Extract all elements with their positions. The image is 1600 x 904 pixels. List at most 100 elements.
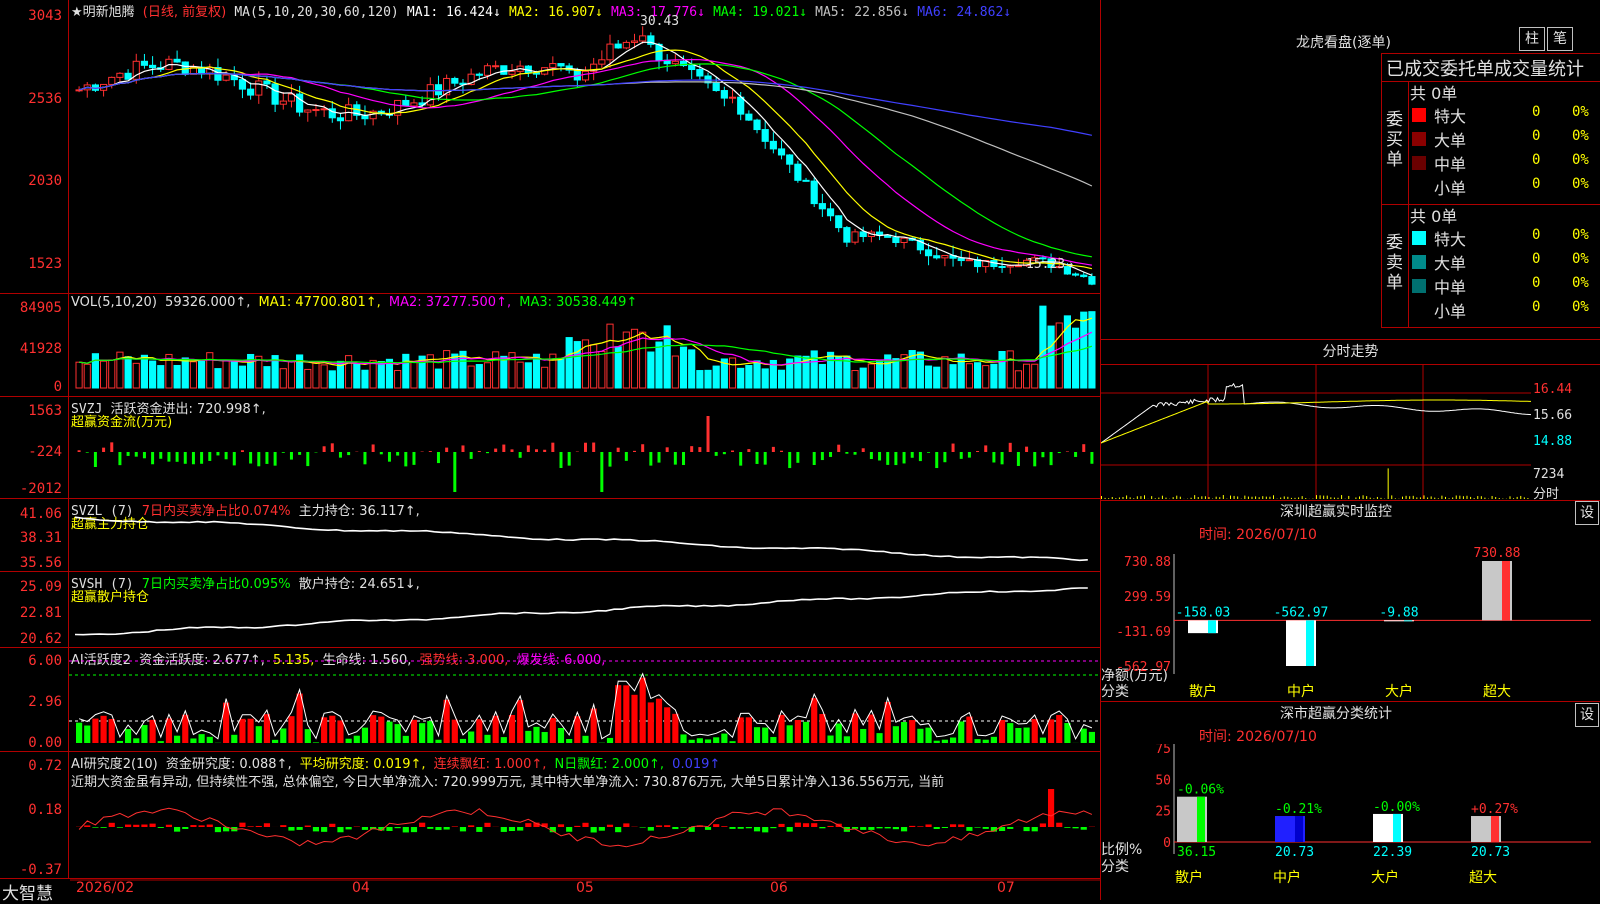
research-bar <box>501 827 507 832</box>
ai-activity-chart[interactable] <box>69 648 1100 751</box>
research-bar <box>158 827 164 828</box>
price-pane[interactable]: 3043 2536 2030 1523 ★明新旭腾 (日线, 前复权) MA(5… <box>0 0 1100 294</box>
candle-body <box>713 83 719 91</box>
volume-bar <box>836 357 842 388</box>
order-count: 0 <box>1532 227 1540 243</box>
tick-view-button[interactable]: 笔 <box>1547 27 1573 51</box>
volume-bar <box>378 362 384 388</box>
intraday-volume-bar <box>1366 496 1367 499</box>
activity-bar <box>76 723 82 743</box>
intraday-chart[interactable] <box>1101 365 1531 499</box>
activity-bar <box>827 736 833 743</box>
fund-flow-bar <box>1001 452 1004 464</box>
volume-bar <box>689 350 695 388</box>
svzj-pane[interactable]: 1563 -224 -2012 SVZJ 活跃资金进出: 720.998↑, 超… <box>0 397 1100 499</box>
svzl-chart[interactable] <box>69 499 1100 571</box>
fund-flow-bar <box>143 452 146 458</box>
intraday-volume-bar <box>1341 495 1342 499</box>
volume-bar <box>860 368 866 388</box>
intraday-panel[interactable]: 分时走势 16.44 15.66 14.88 7234 分时 <box>1101 339 1600 501</box>
svsh-tick: 22.81 <box>20 605 62 621</box>
ai2-tick: 0.18 <box>28 802 62 818</box>
volume-bar <box>525 363 531 388</box>
volume-bar <box>264 367 270 388</box>
activity-bar <box>231 735 237 743</box>
svsh-pane[interactable]: 25.09 22.81 20.62 SVSH (7) 7日内买卖净占比0.095… <box>0 572 1100 648</box>
activity-bar <box>133 738 139 743</box>
activity-bar <box>746 717 752 743</box>
ai2-tick: 0.72 <box>28 758 62 774</box>
intraday-volume-bar <box>1295 498 1296 499</box>
research-bar <box>640 827 646 828</box>
candle-body <box>476 74 482 75</box>
volume-bar <box>215 369 221 388</box>
ai-research-chart[interactable] <box>69 752 1100 878</box>
svsh-chart[interactable] <box>69 572 1100 647</box>
candle-body <box>305 110 311 112</box>
sz-monitor-time: 时间: 2026/07/10 <box>1199 524 1317 544</box>
activity-bar <box>166 718 172 743</box>
fund-flow-bar <box>429 451 432 452</box>
sz-class-settings-button[interactable]: 设 <box>1575 703 1599 727</box>
activity-bar <box>558 728 564 743</box>
fund-flow-bar <box>453 452 456 492</box>
ai-research-pane[interactable]: 0.72 0.18 -0.37 AI研究度2(10) 资金研究度: 0.088↑… <box>0 752 1100 879</box>
candlestick-chart[interactable] <box>69 0 1100 293</box>
activity-bar <box>109 719 115 743</box>
intraday-volume-bar <box>1162 496 1163 499</box>
sz-class-title: 深市超赢分类统计 <box>1101 702 1571 726</box>
fund-flow-bar <box>167 452 170 462</box>
fund-flow-bar <box>772 447 775 452</box>
sz-monitor-tick: 730.88 <box>1124 555 1171 570</box>
activity-bar <box>509 715 515 743</box>
svzj-tick: -224 <box>28 444 62 460</box>
intraday-volume-bar <box>1234 496 1235 499</box>
activity-bar <box>386 722 392 743</box>
sz-class-chart[interactable]: 7550250-0.06%36.15散户-0.21%20.73中户-0.00%2… <box>1101 744 1600 901</box>
volume-pane[interactable]: 84905 41928 0 VOL(5,10,20) 59326.000↑, M… <box>0 294 1100 397</box>
intraday-volume-bar <box>1101 496 1102 499</box>
candle-body <box>248 89 254 95</box>
fund-flow-bar <box>919 452 922 461</box>
lhkp-tab-bar[interactable]: 已成交委托单成交量统计 <box>1381 53 1600 82</box>
fund-flow-bar <box>127 452 130 456</box>
sz-monitor-chart[interactable]: 730.88299.59-131.69-562.97-158.03散户-562.… <box>1101 544 1600 700</box>
ai-activity-pane[interactable]: 6.00 2.96 0.00 AI活跃度2 资金活跃度: 2.677↑, 5.1… <box>0 648 1100 752</box>
intraday-volume-bar <box>1513 498 1514 499</box>
sz-monitor-settings-button[interactable]: 设 <box>1575 501 1599 525</box>
activity-bar <box>476 719 482 743</box>
order-percent: 0% <box>1572 227 1589 243</box>
fund-flow-bar <box>943 452 946 462</box>
activity-bar <box>1032 719 1038 743</box>
intraday-volume-bar <box>1517 497 1518 499</box>
volume-chart[interactable] <box>69 294 1100 396</box>
research-bar <box>615 827 621 832</box>
sz-monitor-panel[interactable]: 深圳超赢实时监控 设 时间: 2026/07/10 净额(万元) 分类 730.… <box>1101 500 1600 700</box>
volume-bar <box>729 358 735 388</box>
candle-body <box>150 65 156 67</box>
intraday-volume-bar <box>1130 497 1131 499</box>
volume-bar <box>133 363 139 388</box>
activity-bar <box>452 720 458 743</box>
lhkp-tabs[interactable]: 已成交委托单成交量统计 <box>1386 55 1584 81</box>
candle-body <box>321 109 327 110</box>
volume-bar <box>435 369 441 388</box>
volume-bar <box>656 342 662 388</box>
research-bar <box>705 827 711 830</box>
svzl-pane[interactable]: 41.06 38.31 35.56 SVZL (7) 7日内买卖净占比0.074… <box>0 499 1100 572</box>
research-bar <box>264 823 270 827</box>
candle-body <box>640 36 646 41</box>
sell-orders-block: 委卖单 共 0单 特大00%大单00%中单00%小单00% <box>1381 204 1600 328</box>
activity-bar <box>288 716 294 743</box>
intraday-volume-bar <box>1338 498 1339 499</box>
svzj-chart[interactable] <box>69 397 1100 498</box>
intraday-volume-bar <box>1205 496 1206 499</box>
candle-body <box>631 41 637 42</box>
sz-class-panel[interactable]: 深市超赢分类统计 设 时间: 2026/07/10 比例% 分类 7550250… <box>1101 701 1600 901</box>
candle-body <box>746 114 752 120</box>
lhkp-panel[interactable]: 龙虎看盘(逐单) 柱 笔 已成交委托单成交量统计 委买单 共 0单 特大00%大… <box>1101 0 1600 338</box>
net-amount-label: -9.88 <box>1379 605 1418 620</box>
fund-flow-bar <box>984 445 987 452</box>
intraday-volume-bar <box>1355 497 1356 499</box>
column-view-button[interactable]: 柱 <box>1519 27 1545 51</box>
